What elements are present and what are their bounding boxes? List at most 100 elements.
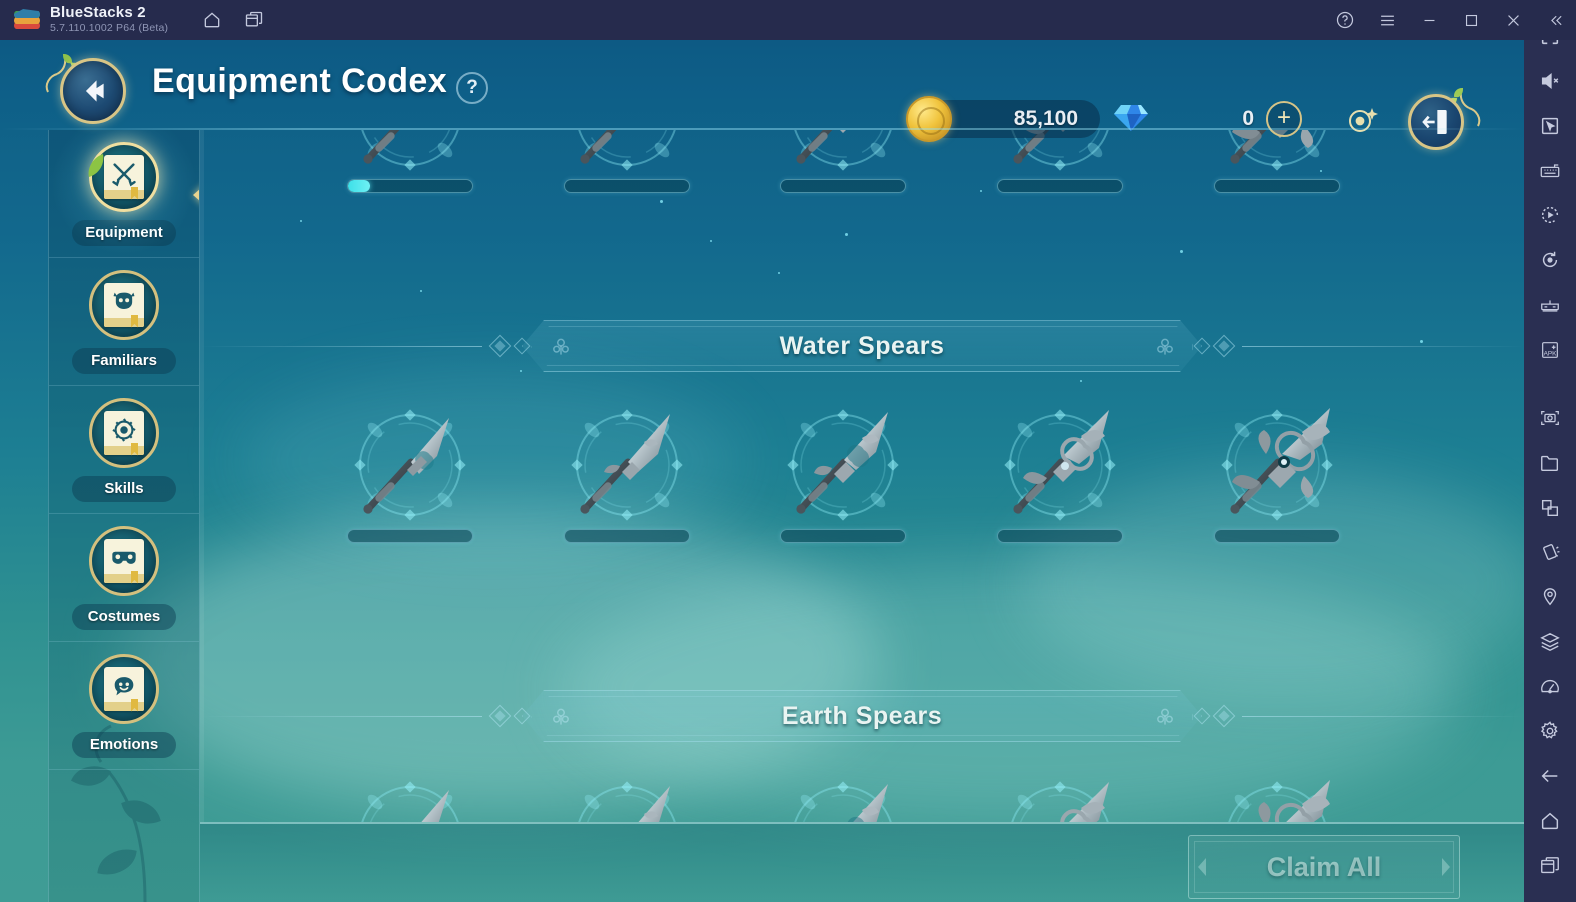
tracking-target-icon[interactable]: [1344, 102, 1380, 138]
item-icon-water-spear-4: [995, 400, 1125, 530]
recents-icon[interactable]: [1524, 843, 1576, 888]
keyboard-controls-icon[interactable]: [1524, 148, 1576, 193]
codex-item[interactable]: [1202, 130, 1352, 213]
sidebar-item-label: Equipment: [72, 219, 176, 246]
mute-icon[interactable]: [1524, 59, 1576, 104]
spear-artwork: [1258, 780, 1330, 822]
sidebar-item-skills[interactable]: Skills: [49, 386, 199, 514]
spear-artwork: [1060, 782, 1109, 822]
help-button[interactable]: [1324, 0, 1366, 40]
media-folder-icon[interactable]: [1524, 441, 1576, 486]
maximize-button[interactable]: [1450, 0, 1492, 40]
cursor-icon[interactable]: [1524, 103, 1576, 148]
codex-item[interactable]: [985, 130, 1135, 213]
bottom-action-bar: Claim All: [200, 822, 1524, 902]
spear-artwork: [796, 412, 888, 514]
apk-install-icon[interactable]: APK: [1524, 327, 1576, 372]
sidebar-items: Equipment Familiars Skills Costumes Emotions: [49, 130, 199, 770]
spear-artwork: [1230, 408, 1330, 514]
currency-gem[interactable]: 0 +: [1112, 100, 1302, 138]
currency-gold[interactable]: 85,100: [906, 96, 1100, 142]
sidebar-item-familiars[interactable]: Familiars: [49, 258, 199, 386]
item-progress-bar: [1214, 529, 1340, 543]
help-info-button[interactable]: ?: [456, 72, 488, 104]
layers-icon[interactable]: [1524, 620, 1576, 665]
item-progress-bar: [780, 179, 906, 193]
performance-meter-icon[interactable]: [1524, 664, 1576, 709]
claim-all-button[interactable]: Claim All: [1188, 835, 1460, 899]
chevron-left-icon: [1198, 858, 1206, 876]
sidebar-item-equipment[interactable]: Equipment: [49, 130, 199, 258]
spear-artwork: [580, 414, 670, 514]
bluestacks-toolbar: APK: [1524, 0, 1576, 902]
codex-item[interactable]: [335, 770, 485, 822]
codex-item[interactable]: [768, 130, 918, 213]
location-icon[interactable]: [1524, 575, 1576, 620]
add-gems-button[interactable]: +: [1266, 101, 1302, 137]
multi-instance-icon[interactable]: [1524, 485, 1576, 530]
item-icon-earth-spear-2: [562, 772, 692, 822]
section-title: Water Spears: [779, 331, 945, 360]
back-arrow-icon[interactable]: [1524, 754, 1576, 799]
codex-item[interactable]: [552, 130, 702, 213]
sidebar-item-emotions[interactable]: Emotions: [49, 642, 199, 770]
item-icon-water-spear-5: [1212, 400, 1342, 530]
section-banner-water-spears: Water Spears: [200, 320, 1524, 372]
spear-artwork: [638, 786, 670, 822]
app-version: 5.7.110.1002 P64 (Beta): [50, 22, 169, 35]
exit-door-icon: [1422, 110, 1447, 134]
menu-button[interactable]: [1366, 0, 1408, 40]
item-icon-spear-2: [562, 130, 692, 180]
page-title: Equipment Codex: [152, 62, 448, 100]
home-icon[interactable]: [202, 10, 222, 30]
active-indicator-arrow: [193, 182, 199, 208]
rotate-icon[interactable]: [1524, 238, 1576, 283]
item-progress-bar: [564, 179, 690, 193]
spear-artwork: [580, 130, 617, 164]
window-titlebar: BlueStacks 2 5.7.110.1002 P64 (Beta): [0, 0, 1576, 40]
spear-artwork: [421, 790, 449, 822]
diamond-gem-icon: [1114, 105, 1148, 131]
codex-item[interactable]: [552, 770, 702, 822]
home-icon[interactable]: [1524, 799, 1576, 844]
codex-item[interactable]: [985, 398, 1135, 563]
sidebar-item-label: Skills: [72, 475, 176, 502]
collapse-sidebar-button[interactable]: [1534, 0, 1576, 40]
item-progress-bar: [997, 179, 1123, 193]
codex-item[interactable]: [1202, 398, 1352, 563]
back-button[interactable]: [60, 58, 126, 124]
settings-gear-icon[interactable]: [1524, 709, 1576, 754]
gamepad-icon[interactable]: [1524, 282, 1576, 327]
sidebar-item-label: Costumes: [72, 603, 176, 630]
multi-instance-icon[interactable]: [244, 10, 264, 30]
chevron-right-icon: [1442, 858, 1450, 876]
codex-scroll-area[interactable]: Water Spears Earth Spears: [200, 130, 1524, 822]
codex-item[interactable]: [768, 770, 918, 822]
codex-item[interactable]: [768, 398, 918, 563]
codex-row-partial-top: [200, 130, 1524, 213]
codex-item[interactable]: [985, 770, 1135, 822]
gem-amount: 0: [1242, 107, 1254, 130]
codex-item[interactable]: [335, 398, 485, 563]
creature-book-icon: [89, 269, 159, 340]
close-button[interactable]: [1492, 0, 1534, 40]
codex-item[interactable]: [335, 130, 485, 213]
codex-item[interactable]: [552, 398, 702, 563]
codex-item[interactable]: [1202, 770, 1352, 822]
sidebar-item-costumes[interactable]: Costumes: [49, 514, 199, 642]
book-shape: [104, 538, 144, 584]
exit-button-group: [1404, 87, 1481, 152]
item-icon-water-spear-2: [562, 400, 692, 530]
item-progress-bar: [780, 529, 906, 543]
app-name: BlueStacks 2: [50, 3, 146, 21]
sidebar-item-label: Emotions: [72, 731, 176, 758]
crossed-swords-book-icon: [88, 141, 159, 212]
shake-icon[interactable]: [1524, 530, 1576, 575]
book-shape: [104, 154, 144, 200]
codex-sidebar: Equipment Familiars Skills Costumes Emotions: [48, 130, 200, 902]
screenshot-icon[interactable]: [1524, 396, 1576, 441]
minimize-button[interactable]: [1408, 0, 1450, 40]
exit-button[interactable]: [1408, 94, 1464, 150]
macro-play-icon[interactable]: [1524, 193, 1576, 238]
titlebar-left-icons: [202, 10, 264, 30]
